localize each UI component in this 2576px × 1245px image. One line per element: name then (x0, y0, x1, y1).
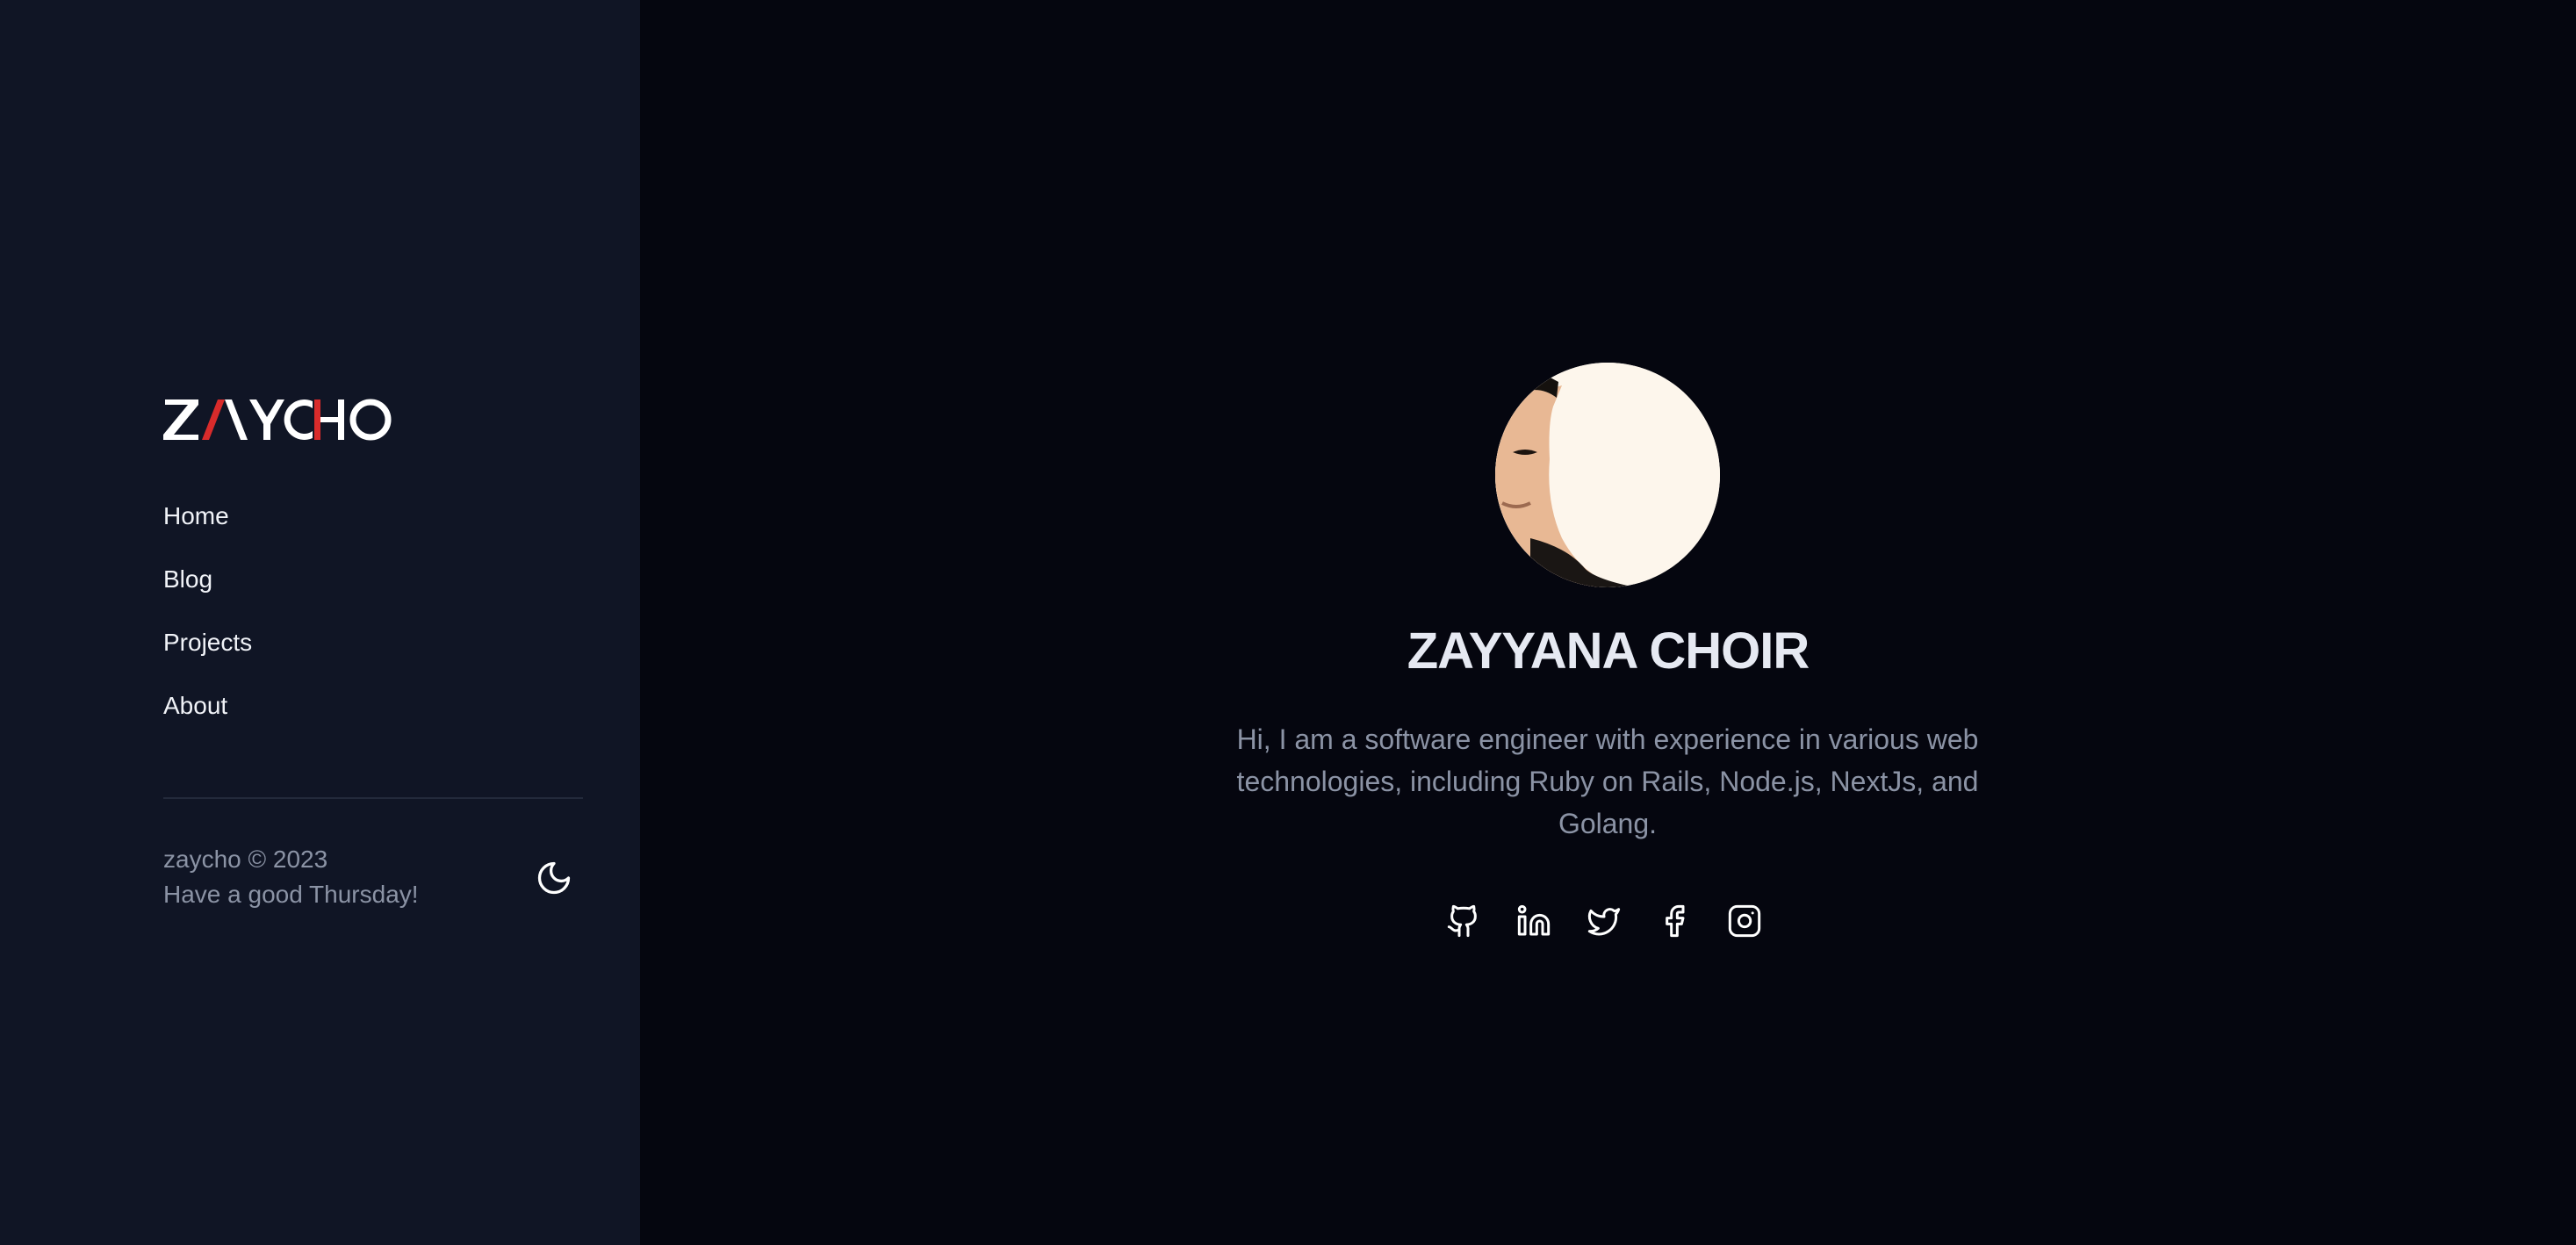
social-links (1444, 900, 1764, 942)
twitter-icon (1587, 908, 1621, 936)
instagram-icon (1728, 904, 1761, 938)
github-icon (1447, 904, 1477, 938)
profile-name: ZAYYANA CHOIR (1407, 622, 1810, 680)
linkedin-icon (1517, 904, 1551, 936)
sidebar-footer: zaycho © 2023 Have a good Thursday! (163, 842, 419, 912)
profile-bio: Hi, I am a software engineer with experi… (1236, 723, 1979, 839)
main-nav: Home Blog Projects About (163, 500, 252, 753)
nav-item-blog[interactable]: Blog (163, 564, 252, 595)
instagram-link[interactable] (1725, 900, 1764, 942)
theme-toggle-button[interactable] (532, 856, 576, 900)
greeting-text: Have a good Thursday! (163, 881, 419, 908)
app-root: Home Blog Projects About zaycho © 2023 H… (0, 0, 2576, 1245)
profile-avatar (1495, 363, 1720, 587)
facebook-link[interactable] (1655, 900, 1694, 942)
moon-icon (537, 861, 571, 895)
main-content: ZAYYANA CHOIR Hi, I am a software engine… (640, 0, 2576, 1245)
nav-item-about[interactable]: About (163, 690, 252, 722)
nav-item-projects[interactable]: Projects (163, 627, 252, 658)
sidebar-divider (163, 797, 583, 799)
sidebar: Home Blog Projects About zaycho © 2023 H… (0, 0, 640, 1245)
nav-item-home[interactable]: Home (163, 500, 252, 532)
github-link[interactable] (1444, 900, 1483, 942)
copyright-text: zaycho © 2023 (163, 846, 328, 873)
facebook-icon (1666, 904, 1685, 938)
linkedin-link[interactable] (1515, 900, 1553, 942)
twitter-link[interactable] (1585, 900, 1623, 942)
zaycho-logo[interactable] (163, 396, 392, 442)
